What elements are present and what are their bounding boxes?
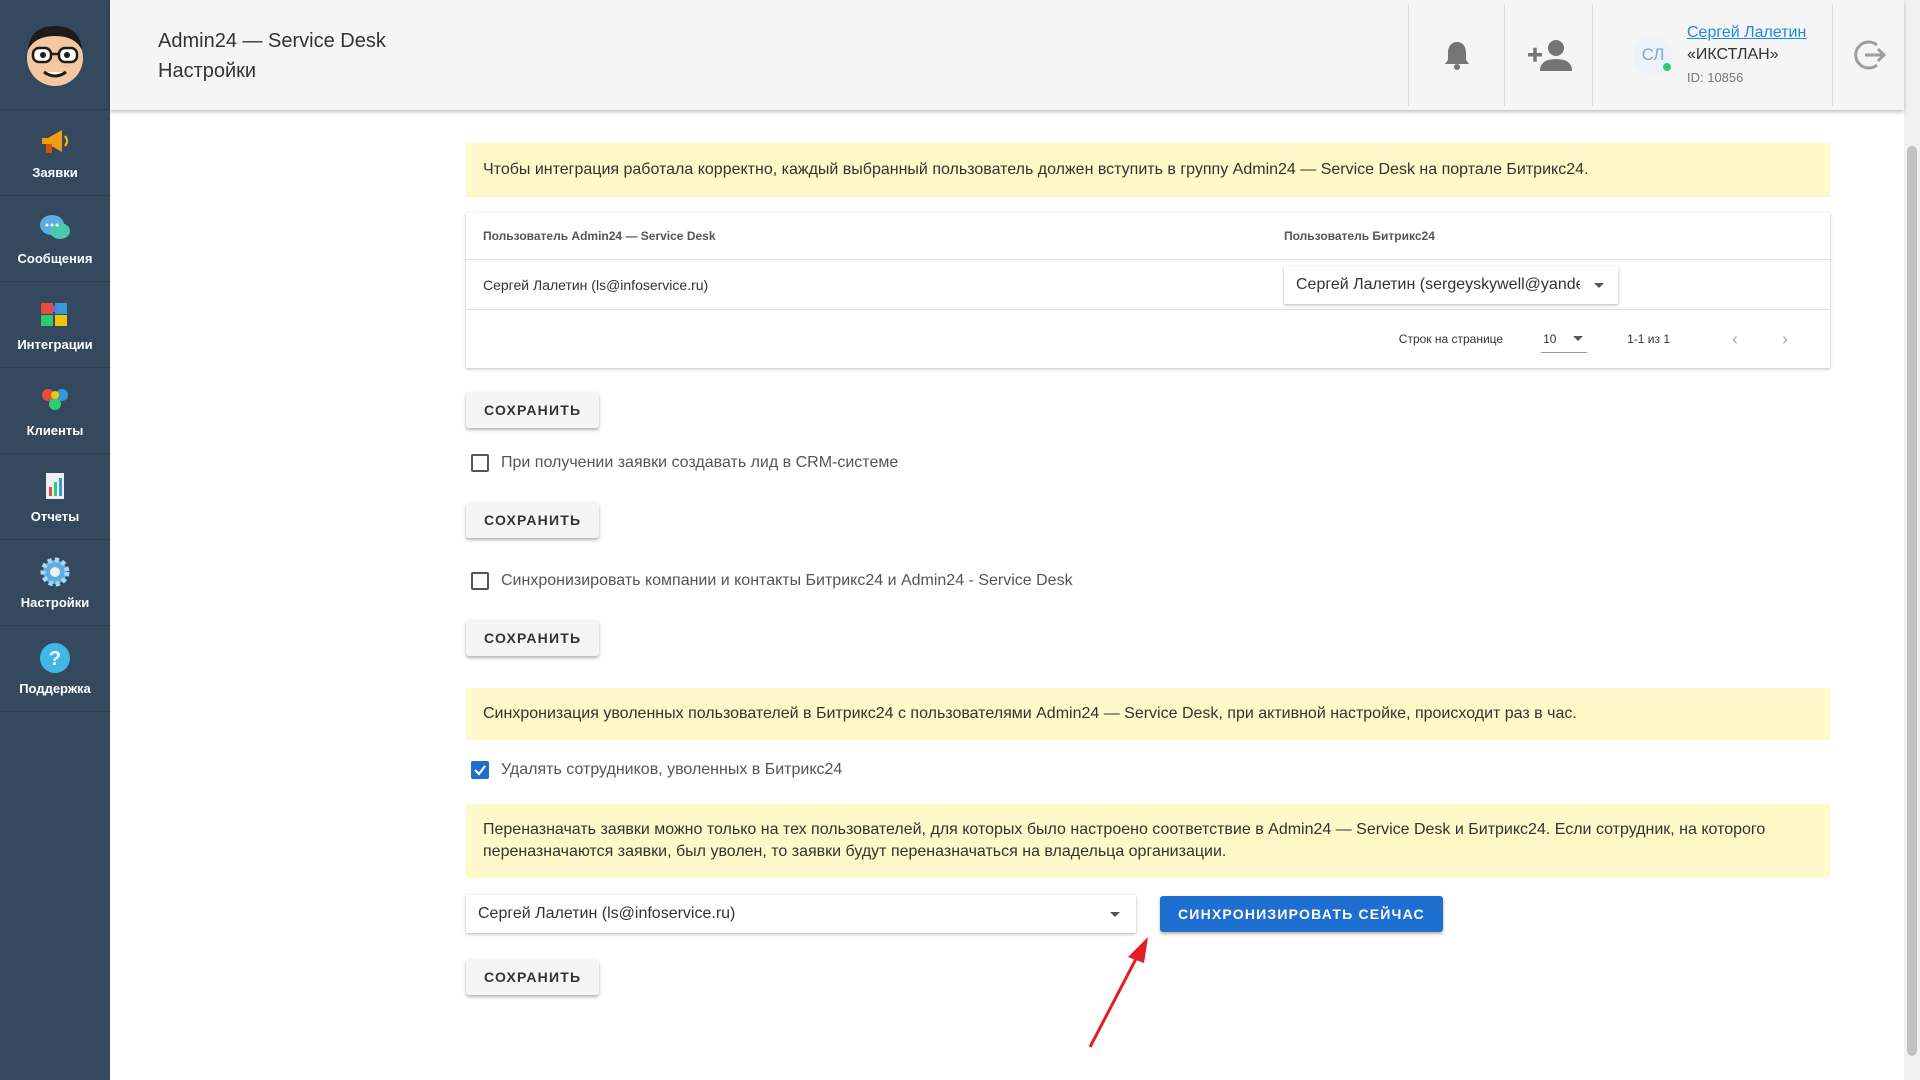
help-icon: ?	[38, 641, 72, 675]
chat-icon	[38, 211, 72, 245]
sidebar-item-label: Настройки	[20, 595, 90, 610]
save-button[interactable]: СОХРАНИТЬ	[466, 959, 600, 995]
pagination-range: 1-1 из 1	[1627, 332, 1670, 346]
sidebar-item-label: Отчеты	[30, 509, 80, 524]
bell-icon	[1444, 42, 1469, 70]
chevron-down-icon	[1110, 912, 1120, 917]
puzzle-icon	[38, 297, 72, 331]
add-user-icon	[1527, 40, 1572, 71]
page-title: Настройки	[158, 60, 257, 82]
create-lead-checkbox[interactable]	[471, 454, 489, 472]
integration-notice: Чтобы интеграция работала корректно, каж…	[466, 143, 1830, 197]
create-lead-label: При получении заявки создавать лид в CRM…	[501, 454, 899, 471]
sync-companies-label: Синхронизировать компании и контакты Бит…	[501, 572, 1073, 589]
save-button[interactable]: СОХРАНИТЬ	[466, 620, 600, 656]
save-button[interactable]: СОХРАНИТЬ	[466, 502, 600, 538]
logout-icon	[1853, 40, 1886, 70]
sync-now-button[interactable]: СИНХРОНИЗИРОВАТЬ СЕЙЧАС	[1160, 896, 1443, 932]
chevron-down-icon	[1594, 282, 1604, 288]
table-pagination: Строк на странице 10 1-1 из 1 ‹ ›	[466, 310, 1830, 368]
logo-face-icon	[27, 25, 83, 86]
user-mapping-table: Пользователь Admin24 — Service Desk Поль…	[466, 213, 1830, 368]
owner-select-value: Сергей Лалетин (ls@infoservice.ru)	[478, 905, 736, 922]
sidebar-item-requests[interactable]: Заявки	[0, 110, 110, 196]
svg-text:?: ?	[49, 648, 61, 670]
save-row-2: СОХРАНИТЬ	[466, 502, 1830, 538]
scrollbar-thumb[interactable]	[1907, 146, 1917, 1056]
user-id: ID: 10856	[1687, 70, 1744, 85]
next-page-icon[interactable]: ›	[1760, 329, 1810, 350]
user-profile[interactable]: СЛ Сергей Лалетин «ИКСТЛАН» ID: 10856	[1592, 4, 1832, 106]
integration-settings: Чтобы интеграция работала корректно, каж…	[466, 110, 1830, 995]
sidebar: Заявки Сообщения Интеграции Клиенты Отче…	[0, 0, 110, 1080]
sidebar-item-label: Клиенты	[26, 423, 84, 438]
table-header: Пользователь Admin24 — Service Desk Поль…	[466, 213, 1830, 260]
report-icon	[38, 469, 72, 503]
delete-fired-checkbox[interactable]	[471, 761, 489, 779]
vertical-scrollbar[interactable]	[1904, 0, 1920, 1080]
owner-select[interactable]: Сергей Лалетин (ls@infoservice.ru)	[466, 895, 1136, 933]
megaphone-icon	[38, 125, 72, 159]
reassign-notice: Переназначать заявки можно только на тех…	[466, 804, 1830, 878]
reassign-notice-text: Переназначать заявки можно только на тех…	[483, 821, 1766, 860]
user-organization: «ИКСТЛАН»	[1687, 46, 1779, 63]
top-header: Admin24 — Service Desk Настройки СЛ Серг…	[110, 0, 1904, 110]
clients-icon	[38, 383, 72, 417]
logout-button[interactable]	[1832, 4, 1904, 106]
add-user-button[interactable]	[1504, 4, 1592, 106]
save-row-1: СОХРАНИТЬ	[466, 392, 1830, 428]
notifications-button[interactable]	[1408, 4, 1504, 106]
delete-fired-label: Удалять сотрудников, уволенных в Битрикс…	[501, 761, 843, 778]
rows-per-page-label: Строк на странице	[1398, 332, 1504, 346]
rows-per-page-select[interactable]: 10	[1541, 325, 1588, 353]
column-header-admin-user: Пользователь Admin24 — Service Desk	[483, 229, 716, 243]
header-titles: Admin24 — Service Desk Настройки	[158, 26, 386, 86]
sidebar-item-settings[interactable]: Настройки	[0, 540, 110, 626]
chevron-down-icon	[1573, 336, 1584, 341]
sidebar-item-label: Сообщения	[17, 251, 93, 266]
sidebar-item-integrations[interactable]: Интеграции	[0, 282, 110, 368]
avatar-initials: СЛ	[1641, 45, 1665, 64]
checkmark-icon	[474, 765, 486, 776]
avatar: СЛ	[1633, 35, 1673, 75]
online-status-dot	[1663, 63, 1671, 71]
delete-fired-option[interactable]: Удалять сотрудников, уволенных в Битрикс…	[466, 759, 1830, 781]
sidebar-item-label: Заявки	[32, 165, 78, 180]
annotation-arrow	[1088, 937, 1148, 1048]
app-title: Admin24 — Service Desk	[158, 30, 386, 52]
sync-companies-checkbox[interactable]	[471, 572, 489, 590]
rows-per-page-value: 10	[1543, 331, 1557, 346]
fired-users-notice: Синхронизация уволенных пользователей в …	[466, 688, 1830, 740]
integration-notice-text: Чтобы интеграция работала корректно, каж…	[483, 161, 1589, 178]
user-name-link[interactable]: Сергей Лалетин	[1687, 22, 1806, 44]
table-row: Сергей Лалетин (ls@infoservice.ru) Серге…	[466, 260, 1830, 310]
create-lead-option[interactable]: При получении заявки создавать лид в CRM…	[466, 452, 1830, 474]
sidebar-item-reports[interactable]: Отчеты	[0, 454, 110, 540]
sidebar-item-label: Интеграции	[17, 337, 93, 352]
logo[interactable]	[0, 0, 110, 110]
save-row-3: СОХРАНИТЬ	[466, 620, 1830, 656]
bitrix-user-select[interactable]: Сергей Лалетин (sergeyskywell@yandex.ru)	[1284, 265, 1618, 304]
sidebar-item-label: Поддержка	[19, 681, 91, 696]
sync-companies-option[interactable]: Синхронизировать компании и контакты Бит…	[466, 570, 1830, 592]
bitrix-user-cell: Сергей Лалетин (sergeyskywell@yandex.ru)	[1284, 265, 1830, 304]
user-info: Сергей Лалетин «ИКСТЛАН» ID: 10856	[1687, 22, 1806, 88]
bitrix-user-select-value: Сергей Лалетин (sergeyskywell@yandex.ru)	[1296, 275, 1580, 293]
gear-icon	[38, 555, 72, 589]
sidebar-item-support[interactable]: ? Поддержка	[0, 626, 110, 712]
fired-users-notice-text: Синхронизация уволенных пользователей в …	[483, 705, 1577, 722]
prev-page-icon[interactable]: ‹	[1710, 329, 1760, 350]
reassign-row: Сергей Лалетин (ls@infoservice.ru) СИНХР…	[466, 895, 1830, 933]
sidebar-item-clients[interactable]: Клиенты	[0, 368, 110, 454]
admin-user-cell: Сергей Лалетин (ls@infoservice.ru)	[483, 276, 709, 293]
column-header-bitrix-user: Пользователь Битрикс24	[1284, 229, 1435, 243]
save-button[interactable]: СОХРАНИТЬ	[466, 392, 600, 428]
sidebar-item-messages[interactable]: Сообщения	[0, 196, 110, 282]
